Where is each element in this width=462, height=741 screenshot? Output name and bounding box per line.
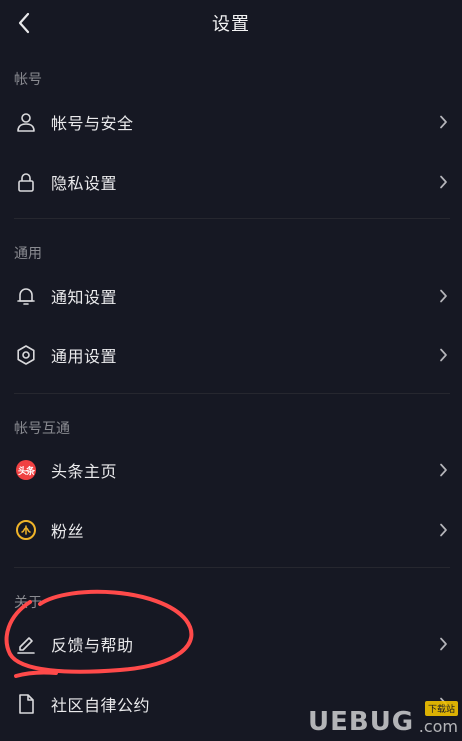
settings-item-toutiao-homepage[interactable]: 头条 头条主页 [0, 442, 462, 498]
bell-icon [14, 284, 38, 308]
section-label-linked-accounts: 帐号互通 [14, 421, 70, 437]
chevron-right-icon [436, 113, 450, 131]
settings-item-label: 社区自律公约 [51, 696, 151, 715]
section-divider [14, 567, 450, 568]
watermark-logo: UEBUG 下载站 .com [308, 701, 458, 737]
settings-item-privacy[interactable]: 隐私设置 [0, 154, 462, 210]
watermark-text: UEBUG [308, 707, 415, 737]
toutiao-badge: 头条 [16, 460, 36, 480]
chevron-right-icon [436, 521, 450, 539]
toutiao-logo-icon: 头条 [14, 458, 38, 482]
section-label-general: 通用 [14, 246, 42, 262]
user-icon [14, 110, 38, 134]
settings-item-label: 粉丝 [51, 522, 85, 541]
fans-icon [14, 518, 38, 542]
settings-item-label: 隐私设置 [51, 174, 118, 193]
chevron-right-icon [436, 346, 450, 364]
chevron-right-icon [436, 173, 450, 191]
chevron-right-icon [436, 461, 450, 479]
gear-icon [14, 343, 38, 367]
settings-item-label: 反馈与帮助 [51, 636, 134, 655]
settings-item-account-security[interactable]: 帐号与安全 [0, 94, 462, 150]
watermark-tag: 下载站 [424, 701, 458, 716]
lock-icon [14, 170, 38, 194]
section-label-account: 帐号 [14, 72, 42, 88]
settings-item-label: 通用设置 [51, 347, 118, 366]
settings-item-label: 头条主页 [51, 462, 118, 481]
settings-item-label: 帐号与安全 [51, 114, 134, 133]
pencil-icon [14, 632, 38, 656]
settings-item-notifications[interactable]: 通知设置 [0, 268, 462, 324]
top-bar: 设置 [0, 0, 462, 46]
chevron-right-icon [436, 635, 450, 653]
page-title: 设置 [212, 14, 250, 35]
settings-item-fans[interactable]: 粉丝 [0, 502, 462, 558]
chevron-right-icon [436, 287, 450, 305]
settings-item-label: 通知设置 [51, 288, 118, 307]
document-icon [14, 692, 38, 716]
settings-item-general-settings[interactable]: 通用设置 [0, 327, 462, 383]
section-divider [14, 218, 450, 219]
section-divider [14, 393, 450, 394]
watermark-suffix: .com [418, 717, 458, 736]
section-label-about: 关于 [14, 595, 42, 611]
settings-item-feedback-help[interactable]: 反馈与帮助 [0, 616, 462, 672]
